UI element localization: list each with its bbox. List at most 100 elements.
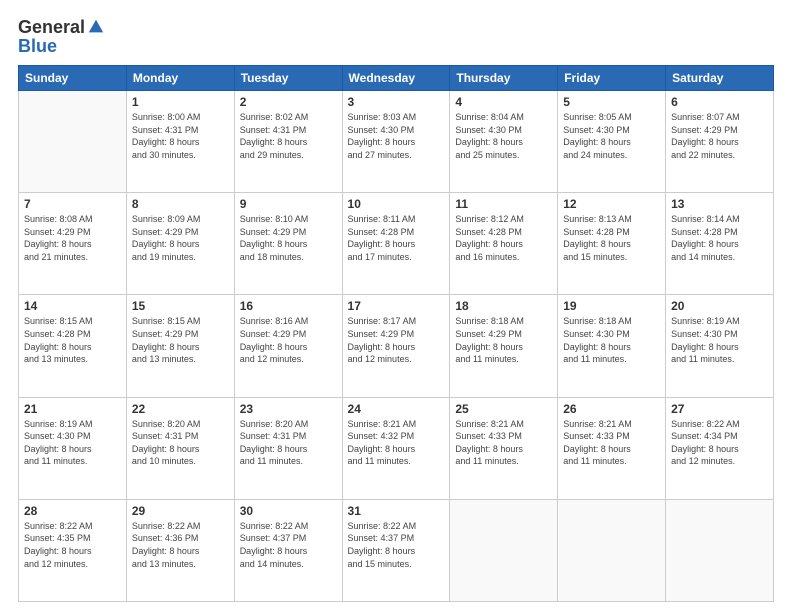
sunset: Sunset: 4:30 PM [563, 329, 630, 339]
sunset: Sunset: 4:31 PM [240, 125, 307, 135]
day-number: 8 [132, 197, 229, 211]
sunset: Sunset: 4:28 PM [455, 227, 522, 237]
day-number: 4 [455, 95, 552, 109]
day-number: 18 [455, 299, 552, 313]
sunset: Sunset: 4:29 PM [240, 227, 307, 237]
sunset: Sunset: 4:28 PM [563, 227, 630, 237]
day-info: Sunrise: 8:18 AM Sunset: 4:30 PM Dayligh… [563, 315, 660, 365]
day-info: Sunrise: 8:04 AM Sunset: 4:30 PM Dayligh… [455, 111, 552, 161]
day-info: Sunrise: 8:22 AM Sunset: 4:37 PM Dayligh… [348, 520, 445, 570]
calendar-cell: 13Sunrise: 8:14 AM Sunset: 4:28 PM Dayli… [666, 193, 774, 295]
calendar-cell: 16Sunrise: 8:16 AM Sunset: 4:29 PM Dayli… [234, 295, 342, 397]
sunrise: Sunrise: 8:19 AM [24, 419, 93, 429]
weekday-header-thursday: Thursday [450, 66, 558, 91]
sunset: Sunset: 4:33 PM [563, 431, 630, 441]
daylight-hours: and 29 minutes. [240, 150, 304, 160]
sunrise: Sunrise: 8:14 AM [671, 214, 740, 224]
sunrise: Sunrise: 8:13 AM [563, 214, 632, 224]
calendar-cell: 27Sunrise: 8:22 AM Sunset: 4:34 PM Dayli… [666, 397, 774, 499]
day-info: Sunrise: 8:03 AM Sunset: 4:30 PM Dayligh… [348, 111, 445, 161]
daylight-hours: and 30 minutes. [132, 150, 196, 160]
calendar-cell: 8Sunrise: 8:09 AM Sunset: 4:29 PM Daylig… [126, 193, 234, 295]
daylight-hours: and 11 minutes. [455, 354, 518, 364]
day-number: 1 [132, 95, 229, 109]
week-row-2: 14Sunrise: 8:15 AM Sunset: 4:28 PM Dayli… [19, 295, 774, 397]
sunrise: Sunrise: 8:12 AM [455, 214, 524, 224]
day-info: Sunrise: 8:13 AM Sunset: 4:28 PM Dayligh… [563, 213, 660, 263]
day-number: 28 [24, 504, 121, 518]
calendar-cell: 2 Sunrise: 8:02 AM Sunset: 4:31 PM Daylig… [234, 91, 342, 193]
day-number: 19 [563, 299, 660, 313]
sunrise: Sunrise: 8:17 AM [348, 316, 417, 326]
day-info: Sunrise: 8:02 AM Sunset: 4:31 PM Dayligh… [240, 111, 337, 161]
logo-icon [87, 18, 105, 36]
calendar-cell: 10Sunrise: 8:11 AM Sunset: 4:28 PM Dayli… [342, 193, 450, 295]
day-number: 30 [240, 504, 337, 518]
daylight-hours: and 14 minutes. [671, 252, 735, 262]
calendar-cell: 26Sunrise: 8:21 AM Sunset: 4:33 PM Dayli… [558, 397, 666, 499]
calendar-cell [666, 499, 774, 601]
daylight-label: Daylight: 8 hours [348, 137, 416, 147]
day-number: 16 [240, 299, 337, 313]
sunset: Sunset: 4:29 PM [132, 329, 199, 339]
calendar-cell [450, 499, 558, 601]
calendar-cell: 6Sunrise: 8:07 AM Sunset: 4:29 PM Daylig… [666, 91, 774, 193]
daylight-label: Daylight: 8 hours [455, 444, 523, 454]
calendar-cell: 12Sunrise: 8:13 AM Sunset: 4:28 PM Dayli… [558, 193, 666, 295]
day-number: 9 [240, 197, 337, 211]
calendar-cell [558, 499, 666, 601]
day-number: 13 [671, 197, 768, 211]
day-number: 31 [348, 504, 445, 518]
daylight-label: Daylight: 8 hours [240, 546, 308, 556]
sunset: Sunset: 4:30 PM [563, 125, 630, 135]
day-number: 17 [348, 299, 445, 313]
daylight-label: Daylight: 8 hours [455, 239, 523, 249]
sunrise: Sunrise: 8:15 AM [132, 316, 201, 326]
daylight-label: Daylight: 8 hours [132, 546, 200, 556]
daylight-label: Daylight: 8 hours [240, 137, 308, 147]
day-info: Sunrise: 8:17 AM Sunset: 4:29 PM Dayligh… [348, 315, 445, 365]
daylight-hours: and 11 minutes. [24, 456, 87, 466]
day-info: Sunrise: 8:18 AM Sunset: 4:29 PM Dayligh… [455, 315, 552, 365]
sunset: Sunset: 4:31 PM [132, 125, 199, 135]
daylight-hours: and 17 minutes. [348, 252, 412, 262]
day-number: 24 [348, 402, 445, 416]
daylight-label: Daylight: 8 hours [563, 239, 631, 249]
daylight-label: Daylight: 8 hours [348, 239, 416, 249]
sunset: Sunset: 4:37 PM [348, 533, 415, 543]
day-number: 23 [240, 402, 337, 416]
daylight-label: Daylight: 8 hours [348, 342, 416, 352]
daylight-hours: and 11 minutes. [455, 456, 518, 466]
calendar-cell: 5Sunrise: 8:05 AM Sunset: 4:30 PM Daylig… [558, 91, 666, 193]
daylight-label: Daylight: 8 hours [24, 342, 92, 352]
day-number: 22 [132, 402, 229, 416]
day-info: Sunrise: 8:10 AM Sunset: 4:29 PM Dayligh… [240, 213, 337, 263]
day-info: Sunrise: 8:15 AM Sunset: 4:28 PM Dayligh… [24, 315, 121, 365]
calendar-cell: 9 Sunrise: 8:10 AM Sunset: 4:29 PM Daylig… [234, 193, 342, 295]
sunrise: Sunrise: 8:19 AM [671, 316, 740, 326]
calendar-cell: 11Sunrise: 8:12 AM Sunset: 4:28 PM Dayli… [450, 193, 558, 295]
day-info: Sunrise: 8:21 AM Sunset: 4:32 PM Dayligh… [348, 418, 445, 468]
day-info: Sunrise: 8:08 AM Sunset: 4:29 PM Dayligh… [24, 213, 121, 263]
sunrise: Sunrise: 8:20 AM [240, 419, 309, 429]
day-number: 15 [132, 299, 229, 313]
daylight-hours: and 19 minutes. [132, 252, 196, 262]
daylight-label: Daylight: 8 hours [240, 342, 308, 352]
sunset: Sunset: 4:31 PM [132, 431, 199, 441]
sunrise: Sunrise: 8:22 AM [132, 521, 201, 531]
day-number: 21 [24, 402, 121, 416]
sunrise: Sunrise: 8:22 AM [348, 521, 417, 531]
weekday-header-wednesday: Wednesday [342, 66, 450, 91]
logo-blue: Blue [18, 36, 57, 56]
calendar-cell: 31 Sunrise: 8:22 AM Sunset: 4:37 PM Dayli… [342, 499, 450, 601]
day-info: Sunrise: 8:20 AM Sunset: 4:31 PM Dayligh… [132, 418, 229, 468]
daylight-label: Daylight: 8 hours [671, 444, 739, 454]
sunset: Sunset: 4:29 PM [132, 227, 199, 237]
day-number: 6 [671, 95, 768, 109]
weekday-header-row: SundayMondayTuesdayWednesdayThursdayFrid… [19, 66, 774, 91]
calendar-cell: 23Sunrise: 8:20 AM Sunset: 4:31 PM Dayli… [234, 397, 342, 499]
day-info: Sunrise: 8:21 AM Sunset: 4:33 PM Dayligh… [455, 418, 552, 468]
day-number: 2 [240, 95, 337, 109]
calendar: SundayMondayTuesdayWednesdayThursdayFrid… [18, 65, 774, 602]
daylight-hours: and 13 minutes. [132, 354, 196, 364]
